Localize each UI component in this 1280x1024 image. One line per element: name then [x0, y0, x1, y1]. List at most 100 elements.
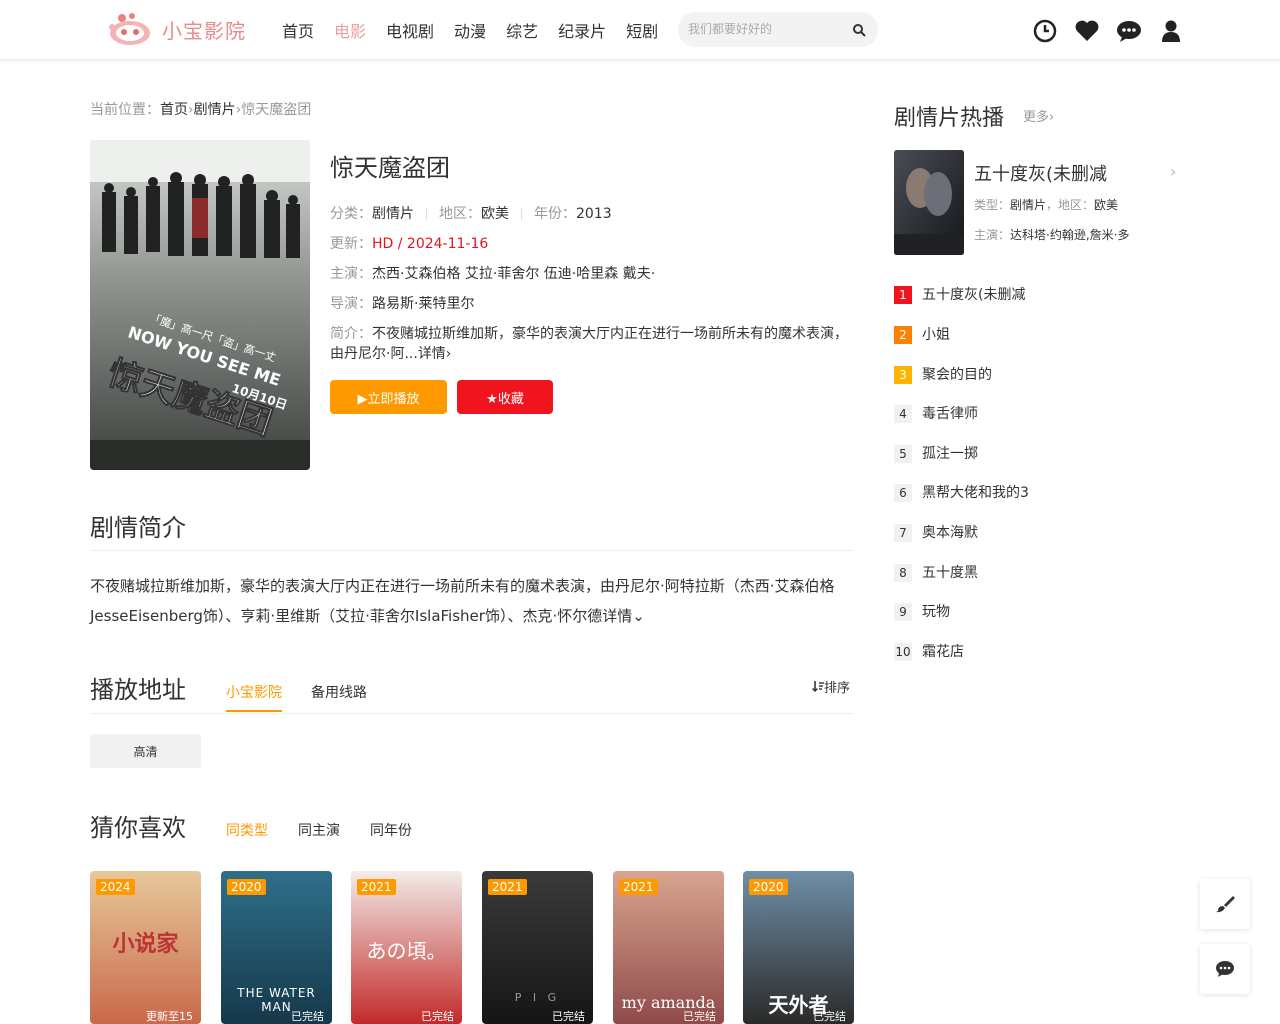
divider	[426, 208, 427, 220]
rank-item[interactable]: 10 霜花店	[894, 641, 1184, 661]
rank-number: 3	[894, 366, 912, 384]
featured-region: 欧美	[1094, 198, 1119, 212]
brush-icon	[1216, 896, 1235, 913]
play-heading: 播放地址	[90, 676, 186, 704]
card-year: 2021	[488, 879, 527, 895]
movie-cast[interactable]: 杰西·艾森伯格 艾拉·菲舍尔 伍迪·哈里森 戴夫·	[372, 266, 655, 282]
rank-number: 1	[894, 286, 912, 304]
chat-icon[interactable]	[1116, 18, 1142, 44]
card-title-art: P I G	[514, 991, 561, 1004]
sort-button[interactable]: 排序	[812, 677, 850, 696]
nav-short[interactable]: 短剧	[626, 18, 658, 42]
rank-item[interactable]: 2 小姐	[894, 324, 1184, 344]
site-name: 小宝影院	[162, 18, 246, 43]
rank-title: 毒舌律师	[922, 406, 978, 422]
recommend-card[interactable]: THE WATER MAN 2020 已完结	[221, 871, 332, 1024]
rank-number: 4	[894, 405, 912, 423]
hot-featured[interactable]: 五十度灰(未删减 › 类型：剧情片，地区：欧美 主演：达科塔·约翰逊,詹米·多	[894, 150, 1184, 255]
movie-director[interactable]: 路易斯·莱特里尔	[372, 296, 474, 312]
message-icon	[1216, 961, 1234, 977]
rank-number: 7	[894, 524, 912, 542]
rank-number: 5	[894, 445, 912, 463]
history-icon[interactable]	[1032, 18, 1058, 44]
theme-button[interactable]	[1200, 879, 1250, 929]
feedback-button[interactable]	[1200, 944, 1250, 994]
card-status: 已完结	[552, 1010, 585, 1023]
nav-home[interactable]: 首页	[282, 18, 314, 42]
card-status: 已完结	[421, 1010, 454, 1023]
rank-item[interactable]: 7 奥本海默	[894, 522, 1184, 542]
rank-item[interactable]: 3 聚会的目的	[894, 364, 1184, 384]
action-buttons: ▶立即播放 ★收藏	[330, 380, 553, 414]
movie-region[interactable]: 欧美	[481, 206, 509, 222]
nav-variety[interactable]: 综艺	[506, 18, 538, 42]
card-year: 2021	[357, 879, 396, 895]
director-row: 导演：路易斯·莱特里尔	[330, 289, 854, 319]
rank-number: 8	[894, 564, 912, 582]
rank-number: 9	[894, 603, 912, 621]
intro-more-link[interactable]: 详情›	[418, 346, 452, 362]
search-input[interactable]	[688, 20, 838, 38]
nav-documentary[interactable]: 纪录片	[558, 18, 606, 42]
rank-item[interactable]: 5 孤注一掷	[894, 443, 1184, 463]
user-icon[interactable]	[1158, 18, 1184, 44]
movie-category[interactable]: 剧情片	[372, 206, 414, 222]
year-label: 年份：	[534, 206, 576, 222]
card-title-art: あの頃。	[366, 939, 447, 963]
cast-row: 主演：杰西·艾森伯格 艾拉·菲舍尔 伍迪·哈里森 戴夫·	[330, 259, 854, 289]
recommend-card[interactable]: 天外者 2020 已完结	[743, 871, 854, 1024]
rank-item[interactable]: 6 黑帮大佬和我的3	[894, 482, 1184, 502]
region-label: 地区：	[439, 206, 481, 222]
movie-poster[interactable]: 「魔」高一尺「盗」高一丈 NOW YOU SEE ME 10月10日 惊天魔盗团	[90, 140, 310, 470]
movie-intro: 不夜赌城拉斯维加斯，豪华的表演大厅内正在进行一场前所未有的魔术表演，由丹尼尔·阿…	[330, 326, 848, 362]
card-year: 2024	[96, 879, 135, 895]
nav-anime[interactable]: 动漫	[454, 18, 486, 42]
cast-label: 主演：	[974, 228, 1011, 242]
recommend-card[interactable]: P I G 2021 已完结	[482, 871, 593, 1024]
hot-more-link[interactable]: 更多›	[1023, 106, 1054, 125]
rank-title: 小姐	[922, 327, 950, 343]
recommend-card[interactable]: あの頃。 2021 已完结	[351, 871, 462, 1024]
featured-meta: 类型：剧情片，地区：欧美	[974, 196, 1118, 213]
tab-same-cast[interactable]: 同主演	[298, 820, 340, 840]
movie-year[interactable]: 2013	[576, 206, 612, 222]
rank-item[interactable]: 1 五十度灰(未删减	[894, 284, 1184, 304]
favorite-button[interactable]: ★收藏	[457, 380, 553, 414]
movie-info: 惊天魔盗团 分类：剧情片 地区：欧美 年份：2013 更新：HD / 2024-11…	[330, 148, 854, 364]
rank-item[interactable]: 8 五十度黑	[894, 562, 1184, 582]
recommend-heading: 猜你喜欢	[90, 814, 186, 842]
breadcrumb-home[interactable]: 首页	[160, 102, 188, 118]
tab-same-year[interactable]: 同年份	[370, 820, 412, 840]
rank-item[interactable]: 4 毒舌律师	[894, 403, 1184, 423]
search-icon[interactable]	[852, 22, 866, 37]
card-year: 2020	[749, 879, 788, 895]
site-logo[interactable]: 小宝影院	[104, 9, 256, 49]
sort-label: 排序	[824, 681, 851, 696]
tab-source-main[interactable]: 小宝影院	[226, 682, 282, 702]
heart-icon[interactable]	[1074, 18, 1100, 44]
logo-mascot-icon	[104, 11, 156, 47]
rank-number: 6	[894, 484, 912, 502]
nav-movies[interactable]: 电影	[334, 18, 366, 42]
episode-button[interactable]: 高清	[90, 734, 201, 768]
recommend-card[interactable]: 小说家 2024 更新至15	[90, 871, 201, 1024]
featured-cast: 主演：达科塔·约翰逊,詹米·多	[974, 226, 1129, 243]
hot-heading: 剧情片热播	[894, 106, 1005, 131]
tab-source-backup[interactable]: 备用线路	[311, 682, 367, 702]
rank-title: 聚会的目的	[922, 367, 992, 383]
update-label: 更新：	[330, 236, 372, 252]
nav-tv[interactable]: 电视剧	[386, 18, 434, 42]
chevron-right-icon: ›	[1170, 162, 1177, 181]
recommend-card[interactable]: my amanda 2021 已完结	[613, 871, 724, 1024]
plot-body: 不夜赌城拉斯维加斯，豪华的表演大厅内正在进行一场前所未有的魔术表演，由丹尼尔·阿…	[90, 577, 835, 625]
rank-title: 五十度灰(未删减	[922, 287, 1026, 303]
type-label: 类型：	[974, 198, 1011, 212]
update-row: 更新：HD / 2024-11-16	[330, 229, 854, 259]
tab-same-genre[interactable]: 同类型	[226, 820, 268, 840]
region-label: ，地区：	[1046, 198, 1095, 212]
category-label: 分类：	[330, 206, 372, 222]
breadcrumb-category[interactable]: 剧情片	[194, 102, 236, 118]
plot-more-link[interactable]: 详情⌄	[602, 607, 645, 625]
rank-item[interactable]: 9 玩物	[894, 601, 1184, 621]
play-button[interactable]: ▶立即播放	[330, 380, 447, 414]
